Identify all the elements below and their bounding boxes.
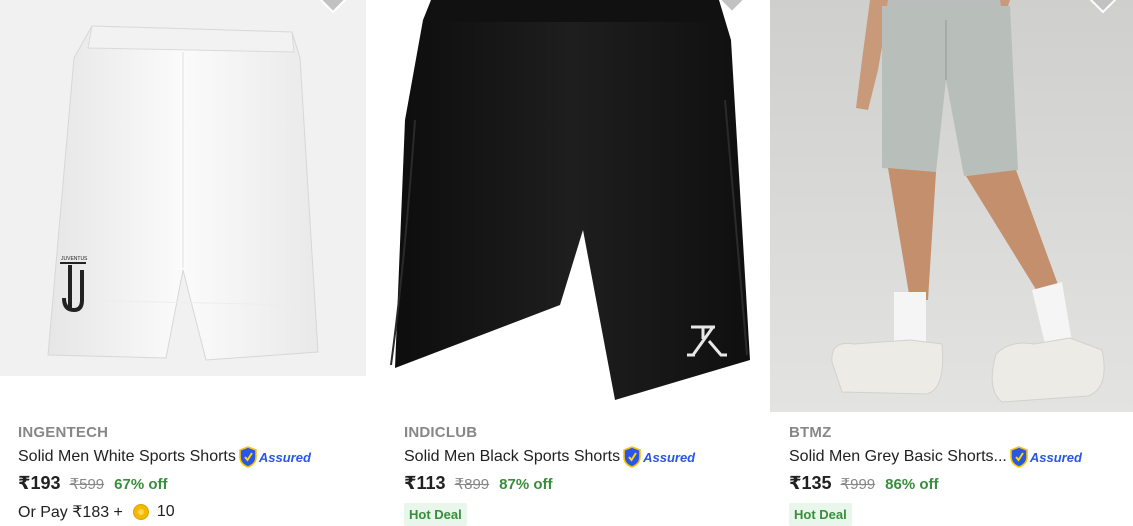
product-title[interactable]: Solid Men Black Sports Shorts xyxy=(404,448,620,466)
product-card-1[interactable]: JUVENTUS INGENTECH Solid Men White Sport… xyxy=(0,0,385,521)
hot-deal-badge: Hot Deal xyxy=(789,503,852,526)
assured-shield-icon xyxy=(239,446,257,468)
coin-count: 10 xyxy=(156,503,175,520)
white-sports-shorts-image: JUVENTUS xyxy=(47,25,319,361)
assured-shield-icon xyxy=(623,446,641,468)
product-card-3[interactable]: BTMZ Solid Men Grey Basic Shorts... Assu… xyxy=(770,0,1133,526)
product-brand: INDICLUB xyxy=(404,424,478,441)
original-price: ₹599 xyxy=(69,476,105,493)
assured-badge: Assured xyxy=(238,446,311,468)
pay-with-coins-text: Or Pay ₹183 + xyxy=(18,504,123,521)
product-title[interactable]: Solid Men White Sports Shorts xyxy=(18,448,236,466)
assured-shield-icon xyxy=(1010,446,1028,468)
discount-percent: 87% off xyxy=(499,476,553,493)
hot-deal-badge: Hot Deal xyxy=(404,503,467,526)
assured-label: Assured xyxy=(258,449,311,465)
wishlist-heart-icon[interactable] xyxy=(318,0,348,14)
product-brand: INGENTECH xyxy=(18,424,109,441)
discount-percent: 86% off xyxy=(885,476,939,493)
assured-label: Assured xyxy=(1029,449,1082,465)
selling-price: ₹113 xyxy=(404,473,446,493)
assured-badge: Assured xyxy=(622,446,695,468)
selling-price: ₹135 xyxy=(789,473,832,493)
juventus-logo-text: JUVENTUS xyxy=(61,256,88,262)
product-brand: BTMZ xyxy=(789,424,832,441)
supercoin-offer: Or Pay ₹183 + 10 xyxy=(18,501,311,523)
product-card-2[interactable]: INDICLUB Solid Men Black Sports Shorts A… xyxy=(385,0,770,526)
original-price: ₹899 xyxy=(454,476,490,493)
product-image[interactable] xyxy=(385,0,770,410)
product-image[interactable] xyxy=(770,0,1133,412)
original-price: ₹999 xyxy=(840,476,876,493)
wishlist-heart-icon[interactable] xyxy=(717,0,747,14)
supercoin-icon xyxy=(132,504,149,520)
assured-badge: Assured xyxy=(1009,446,1082,468)
discount-percent: 67% off xyxy=(114,476,168,493)
selling-price: ₹193 xyxy=(18,473,61,493)
black-sports-shorts-image xyxy=(390,0,750,400)
product-image[interactable]: JUVENTUS xyxy=(0,0,366,376)
product-title[interactable]: Solid Men Grey Basic Shorts... xyxy=(789,448,1007,466)
wishlist-heart-icon[interactable] xyxy=(1088,0,1118,14)
assured-label: Assured xyxy=(643,449,696,465)
grey-basic-shorts-model-image xyxy=(770,0,1133,412)
